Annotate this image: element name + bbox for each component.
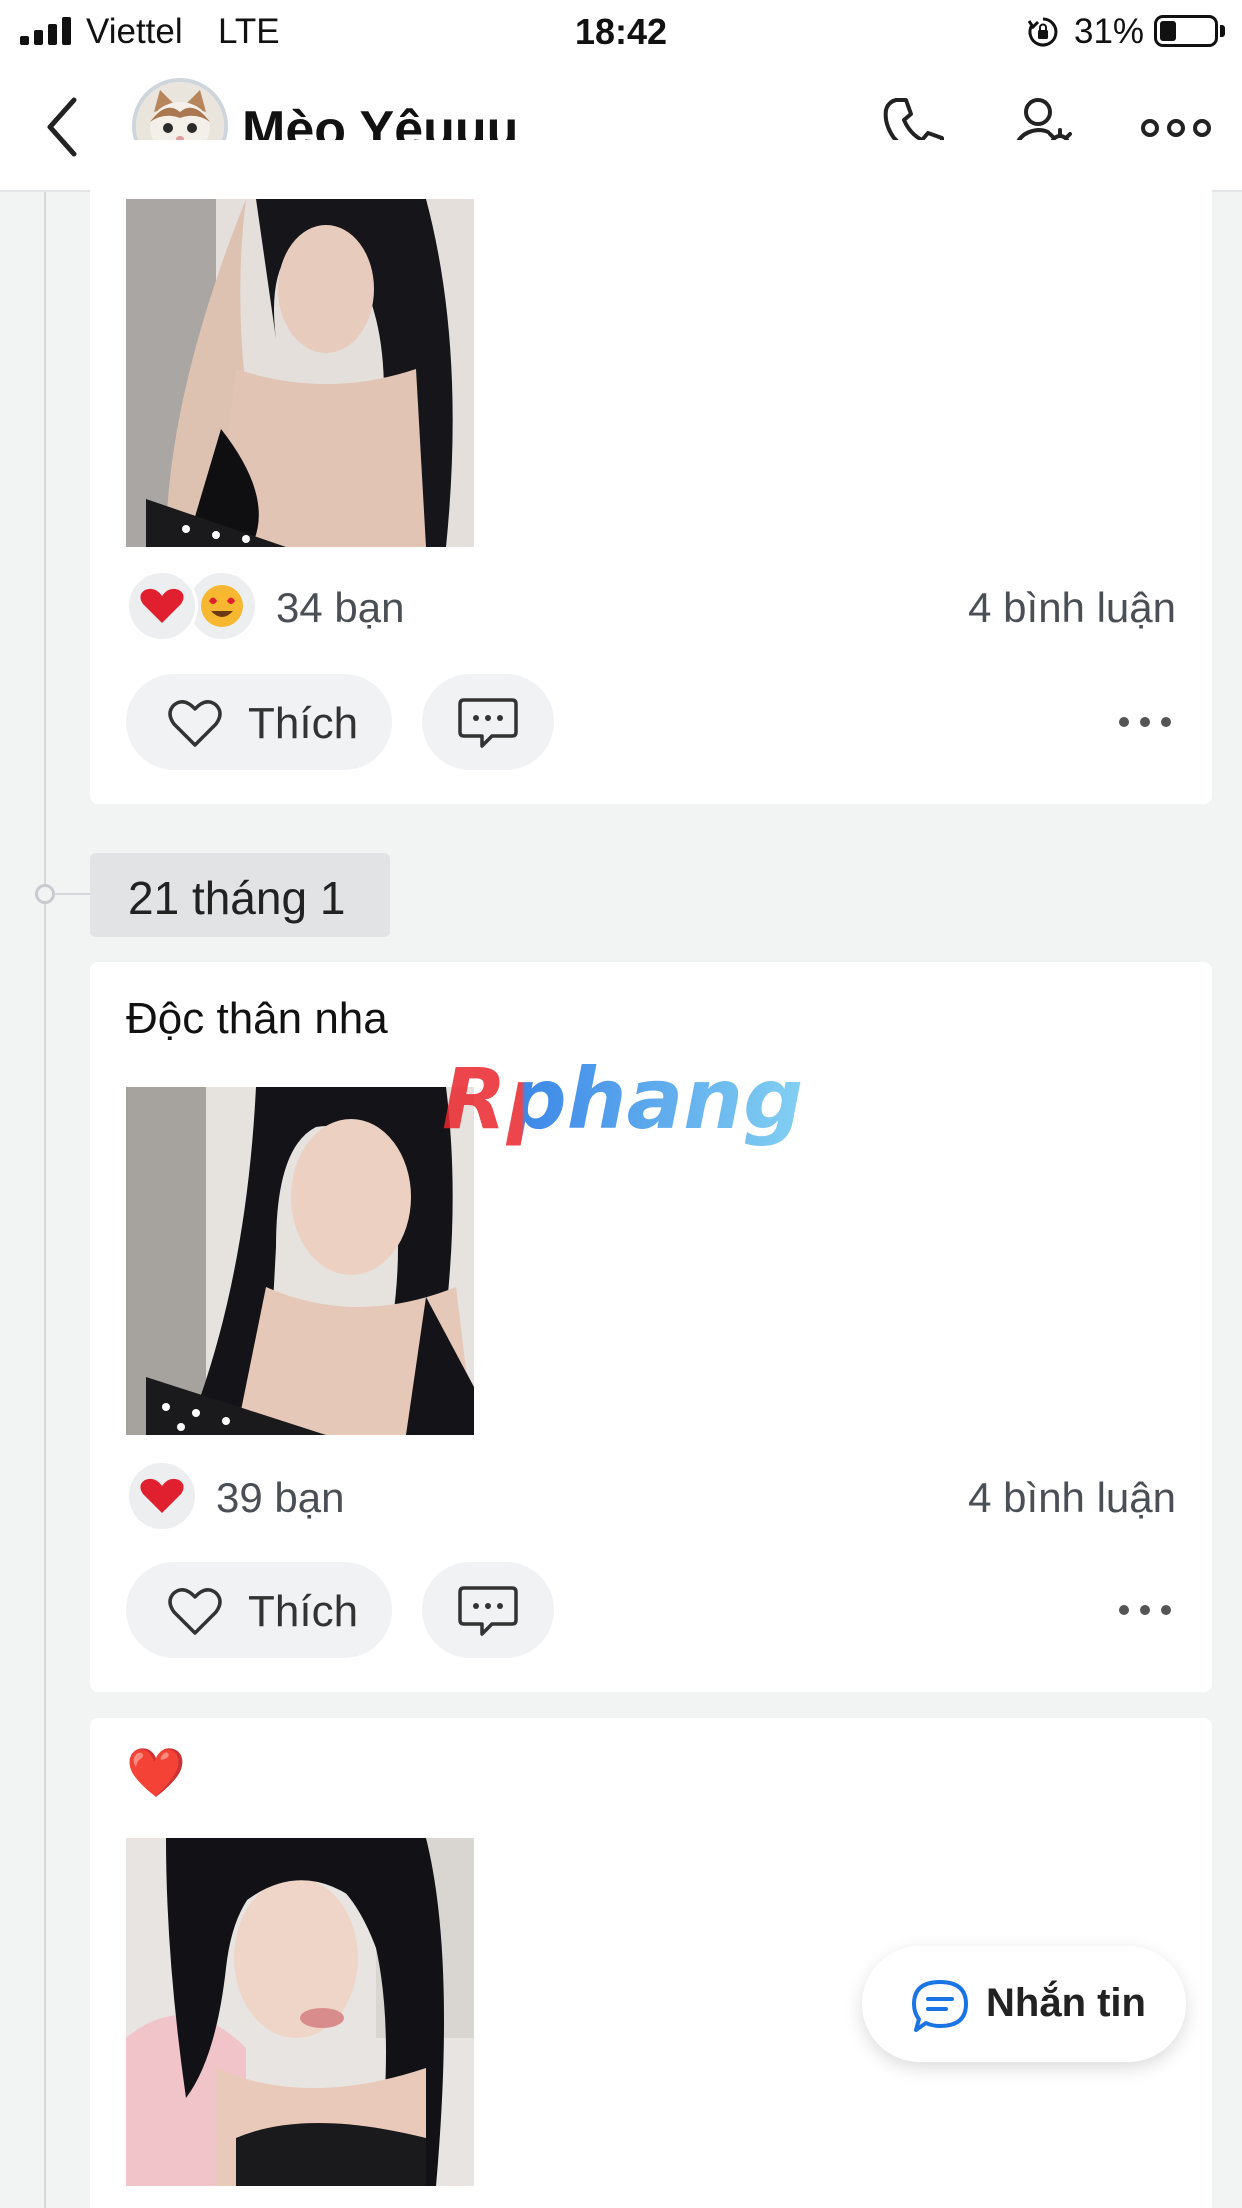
date-label: 21 tháng 1 (128, 872, 346, 924)
comment-button[interactable] (422, 674, 554, 770)
svg-text:Rphang: Rphang (442, 1050, 803, 1148)
post-photo[interactable] (126, 199, 474, 547)
back-chevron-icon[interactable] (38, 94, 88, 160)
heart-outline-icon (168, 700, 222, 747)
comment-count[interactable]: 4 bình luận (968, 584, 1176, 632)
post-text-emoji: ❤️ (126, 1747, 186, 1800)
watermark-logo: Rphang (442, 1050, 803, 1148)
post-photo[interactable] (126, 1838, 474, 2186)
heart-emoji-icon (126, 570, 198, 642)
reaction-count[interactable]: 34 bạn (276, 584, 404, 632)
timeline-line (44, 192, 46, 2208)
like-label: Thích (248, 699, 359, 748)
like-button[interactable]: Thích (126, 1562, 392, 1658)
reaction-count[interactable]: 39 bạn (216, 1474, 344, 1522)
comment-bubble-icon (458, 1586, 518, 1636)
photo-image (126, 1838, 474, 2186)
date-separator: 21 tháng 1 (90, 853, 390, 937)
photo-image (126, 199, 474, 547)
battery-icon (1154, 15, 1218, 47)
comment-count[interactable]: 4 bình luận (968, 1474, 1176, 1522)
timeline-connector (55, 893, 90, 895)
battery-percent: 31% (1074, 12, 1145, 51)
reaction-row: 34 bạn 4 bình luận (126, 570, 1176, 646)
message-button-label: Nhắn tin (986, 1981, 1146, 2025)
heart-emoji-icon (126, 1460, 198, 1532)
post-text: Độc thân nha (126, 994, 388, 1043)
comment-button[interactable] (422, 1562, 554, 1658)
timeline-dot (35, 884, 55, 904)
post-photo[interactable] (126, 1087, 474, 1435)
comment-bubble-icon (458, 698, 518, 748)
photo-image (126, 1087, 474, 1435)
message-button[interactable]: Nhắn tin (862, 1946, 1186, 2062)
reaction-row: 39 bạn 4 bình luận (126, 1460, 1176, 1536)
like-label: Thích (248, 1587, 359, 1636)
status-bar: Viettel LTE 18:42 31% (0, 0, 1242, 64)
post-more-icon[interactable] (1116, 1600, 1174, 1620)
rotation-lock-icon (1027, 17, 1058, 47)
chat-bubble-icon (912, 1980, 968, 2032)
post-more-icon[interactable] (1116, 712, 1174, 732)
heart-outline-icon (168, 1588, 222, 1635)
like-button[interactable]: Thích (126, 674, 392, 770)
post-card: 34 bạn 4 bình luận Thích (90, 140, 1212, 804)
